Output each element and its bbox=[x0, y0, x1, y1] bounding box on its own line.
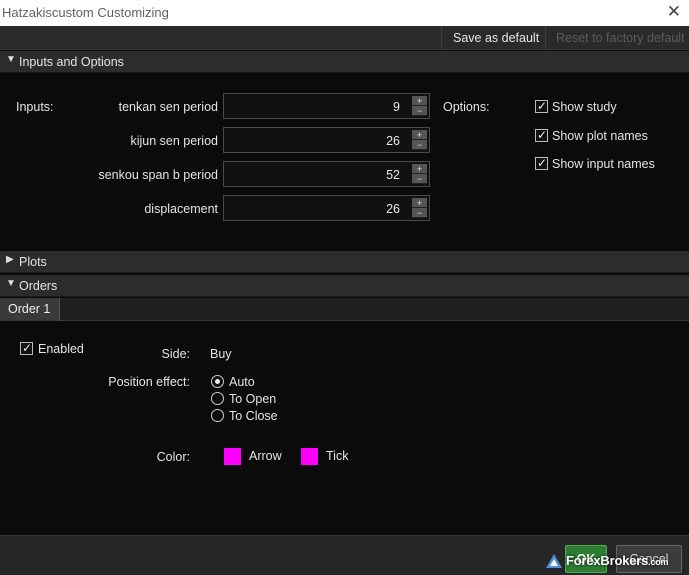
tick-color-swatch[interactable] bbox=[301, 448, 318, 465]
checkbox-label[interactable]: Show study bbox=[552, 100, 617, 114]
arrow-color-swatch[interactable] bbox=[224, 448, 241, 465]
checkmark-icon: ✓ bbox=[537, 156, 548, 170]
show-plot-names-checkbox[interactable]: ✓ bbox=[535, 128, 548, 142]
color-label: Color: bbox=[156, 450, 190, 464]
side-value: Buy bbox=[210, 347, 232, 361]
increment-icon[interactable]: + bbox=[412, 164, 427, 174]
options-heading: Options: bbox=[443, 100, 490, 114]
input-label: tenkan sen period bbox=[118, 100, 218, 114]
forexbrokers-logo-icon bbox=[546, 554, 562, 568]
senkou-span-b-period-field[interactable]: 52 + − bbox=[223, 161, 430, 187]
section-label: Orders bbox=[19, 279, 58, 293]
increment-icon[interactable]: + bbox=[412, 198, 427, 208]
checkbox-label[interactable]: Show input names bbox=[552, 157, 655, 171]
chevron-right-icon: ▶ bbox=[6, 254, 14, 265]
increment-icon[interactable]: + bbox=[412, 130, 427, 140]
window-titlebar: Hatzakiscustom Customizing ✕ bbox=[0, 0, 689, 26]
radio-label[interactable]: Auto bbox=[229, 375, 255, 389]
radio-label[interactable]: To Close bbox=[229, 409, 278, 423]
watermark-domain: .com bbox=[648, 557, 669, 567]
decrement-icon[interactable]: − bbox=[412, 208, 427, 218]
radio-auto[interactable] bbox=[211, 375, 224, 388]
arrow-color-label: Arrow bbox=[249, 449, 282, 463]
enabled-label[interactable]: Enabled bbox=[38, 342, 84, 356]
checkbox-label[interactable]: Show plot names bbox=[552, 129, 648, 143]
show-input-names-checkbox[interactable]: ✓ bbox=[535, 156, 548, 170]
reset-to-factory-default-button[interactable]: Reset to factory default bbox=[545, 26, 689, 50]
field-value: 26 bbox=[386, 134, 400, 148]
number-stepper[interactable]: + − bbox=[412, 130, 427, 150]
field-value: 52 bbox=[386, 168, 400, 182]
orders-tabstrip: Order 1 bbox=[0, 298, 689, 321]
section-label: Plots bbox=[19, 255, 47, 269]
save-as-default-button[interactable]: Save as default bbox=[441, 26, 544, 50]
checkmark-icon: ✓ bbox=[537, 128, 548, 142]
checkmark-icon: ✓ bbox=[22, 341, 33, 355]
show-study-checkbox[interactable]: ✓ bbox=[535, 99, 548, 113]
decrement-icon[interactable]: − bbox=[412, 140, 427, 150]
inputs-options-panel: Inputs: tenkan sen period 9 + − kijun se… bbox=[0, 73, 689, 250]
section-header-plots[interactable]: ▶ Plots bbox=[0, 251, 689, 273]
section-header-inputs-options[interactable]: ▼ Inputs and Options bbox=[0, 51, 689, 73]
tab-order-1[interactable]: Order 1 bbox=[0, 298, 60, 321]
enabled-checkbox[interactable]: ✓ bbox=[20, 341, 33, 355]
input-label: displacement bbox=[144, 202, 218, 216]
watermark-brand: ForexBrokers bbox=[566, 553, 649, 568]
decrement-icon[interactable]: − bbox=[412, 174, 427, 184]
field-value: 9 bbox=[393, 100, 400, 114]
inputs-heading: Inputs: bbox=[16, 100, 54, 114]
radio-label[interactable]: To Open bbox=[229, 392, 276, 406]
chevron-down-icon: ▼ bbox=[6, 278, 16, 289]
radio-selected-dot bbox=[215, 379, 220, 384]
field-value: 26 bbox=[386, 202, 400, 216]
tenkan-sen-period-field[interactable]: 9 + − bbox=[223, 93, 430, 119]
number-stepper[interactable]: + − bbox=[412, 96, 427, 116]
checkmark-icon: ✓ bbox=[537, 99, 548, 113]
number-stepper[interactable]: + − bbox=[412, 198, 427, 218]
input-label: senkou span b period bbox=[98, 168, 218, 182]
chevron-down-icon: ▼ bbox=[6, 54, 16, 65]
section-label: Inputs and Options bbox=[19, 55, 124, 69]
radio-to-close[interactable] bbox=[211, 409, 224, 422]
tick-color-label: Tick bbox=[326, 449, 349, 463]
number-stepper[interactable]: + − bbox=[412, 164, 427, 184]
decrement-icon[interactable]: − bbox=[412, 106, 427, 116]
displacement-field[interactable]: 26 + − bbox=[223, 195, 430, 221]
orders-panel: ✓ Enabled Side: Buy Position effect: Aut… bbox=[0, 322, 689, 535]
toolbar: Save as default Reset to factory default bbox=[0, 26, 689, 50]
position-effect-label: Position effect: bbox=[108, 375, 190, 389]
watermark-text: ForexBrokers.com bbox=[566, 553, 669, 568]
kijun-sen-period-field[interactable]: 26 + − bbox=[223, 127, 430, 153]
input-label: kijun sen period bbox=[130, 134, 218, 148]
increment-icon[interactable]: + bbox=[412, 96, 427, 106]
radio-to-open[interactable] bbox=[211, 392, 224, 405]
close-icon[interactable]: ✕ bbox=[667, 3, 681, 21]
window-title: Hatzakiscustom Customizing bbox=[2, 5, 169, 20]
section-header-orders[interactable]: ▼ Orders bbox=[0, 275, 689, 297]
side-label: Side: bbox=[161, 347, 191, 361]
